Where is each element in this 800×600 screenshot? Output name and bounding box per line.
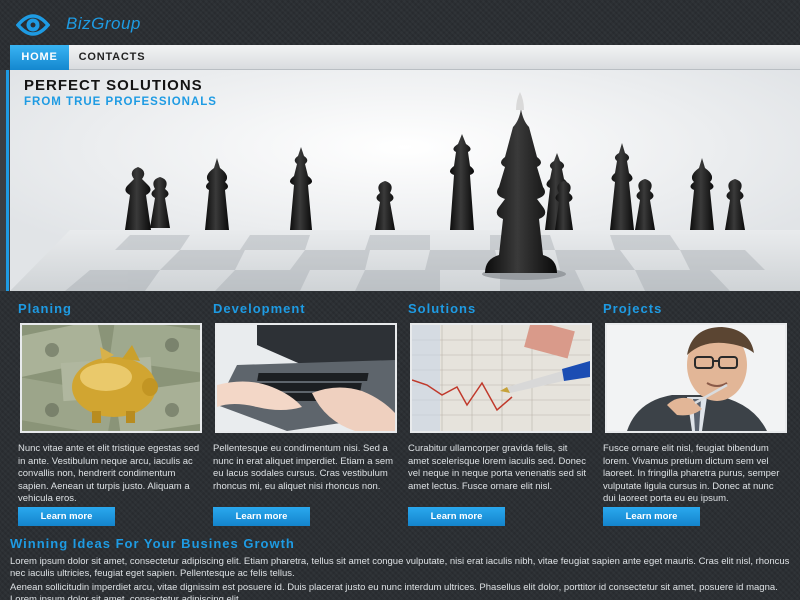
column-title-development: Development (213, 301, 306, 316)
nav-item-home[interactable]: HOME (10, 45, 69, 70)
section-paragraph-2: Aenean sollicitudin imperdiet arcu, vita… (10, 582, 778, 600)
nav-item-contacts[interactable]: CONTACTS (72, 45, 152, 70)
learn-more-button-projects[interactable]: Learn more (603, 507, 700, 526)
hero-side-accent (0, 70, 10, 291)
section-paragraph-1: Lorem ipsum dolor sit amet, consectetur … (10, 556, 790, 579)
site-header: BizGroup (0, 0, 800, 45)
column-text-planing: Nunc vitae ante et elit tristique egesta… (18, 443, 200, 504)
learn-more-button-planing[interactable]: Learn more (18, 507, 115, 526)
learn-more-button-development[interactable]: Learn more (213, 507, 310, 526)
businessman-with-glasses-photo (605, 323, 787, 433)
learn-more-button-solutions[interactable]: Learn more (408, 507, 505, 526)
pen-on-financial-chart-photo (410, 323, 592, 433)
hero-subtitle: FROM TRUE PROFESSIONALS (24, 96, 217, 108)
brand-name[interactable]: BizGroup (66, 14, 141, 34)
golden-piggy-bank-on-money-photo (20, 323, 202, 433)
hands-typing-laptop-photo (215, 323, 397, 433)
column-text-development: Pellentesque eu condimentum nisi. Sed a … (213, 443, 394, 492)
section-title: Winning Ideas For Your Busines Growth (10, 536, 295, 551)
hero-title: PERFECT SOLUTIONS (24, 77, 203, 94)
column-title-projects: Projects (603, 301, 663, 316)
column-title-solutions: Solutions (408, 301, 477, 316)
eye-logo-icon[interactable] (15, 10, 51, 40)
column-text-solutions: Curabitur ullamcorper gravida felis, sit… (408, 443, 586, 492)
column-text-projects: Fusce ornare elit nisl, feugiat bibendum… (603, 443, 780, 504)
hero-banner: PERFECT SOLUTIONS FROM TRUE PROFESSIONAL… (10, 70, 800, 291)
column-title-planing: Planing (18, 301, 72, 316)
main-nav: HOME CONTACTS (10, 45, 800, 70)
